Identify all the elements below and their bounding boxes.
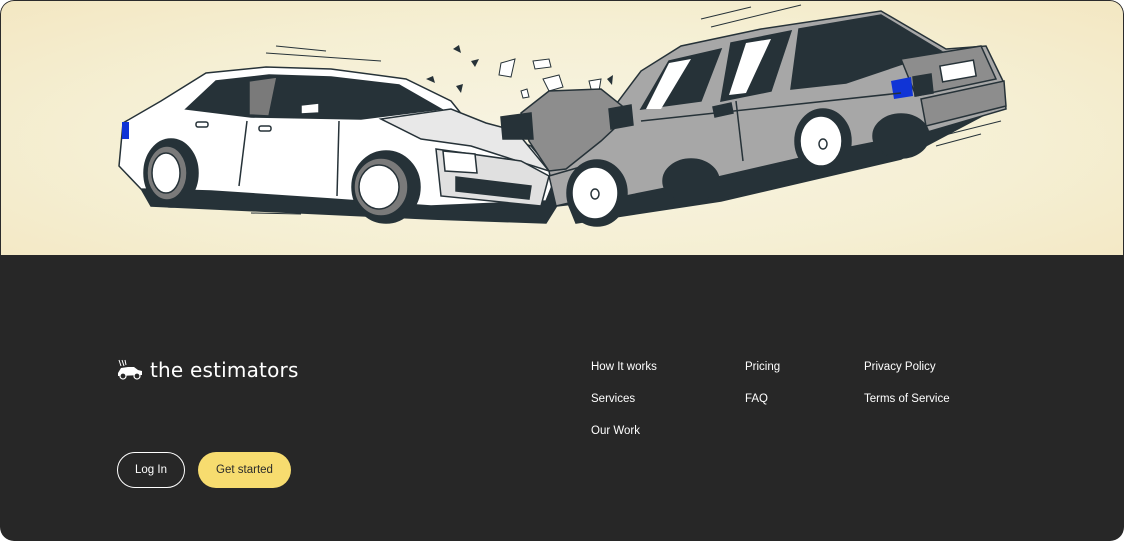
footer-link-how-it-works[interactable]: How It works — [591, 361, 657, 373]
brand-logo[interactable]: the estimators — [116, 358, 299, 382]
white-car — [118, 66, 562, 224]
crash-debris — [426, 45, 637, 99]
page-frame: the estimators How It works Services Our… — [0, 0, 1124, 541]
car-collision-illustration — [118, 4, 1007, 227]
footer-link-services[interactable]: Services — [591, 393, 635, 405]
footer-link-pricing[interactable]: Pricing — [745, 361, 780, 373]
gray-car — [500, 10, 1007, 227]
footer-link-privacy-policy[interactable]: Privacy Policy — [864, 361, 936, 373]
site-footer: the estimators How It works Services Our… — [0, 255, 1124, 541]
login-button[interactable]: Log In — [117, 452, 185, 488]
hero-banner — [0, 0, 1124, 255]
footer-link-terms-of-service[interactable]: Terms of Service — [864, 393, 950, 405]
footer-link-our-work[interactable]: Our Work — [591, 425, 640, 437]
footer-link-faq[interactable]: FAQ — [745, 393, 768, 405]
brand-name: the estimators — [150, 358, 299, 382]
get-started-button[interactable]: Get started — [198, 452, 291, 488]
crashed-car-logo-icon — [118, 359, 142, 380]
